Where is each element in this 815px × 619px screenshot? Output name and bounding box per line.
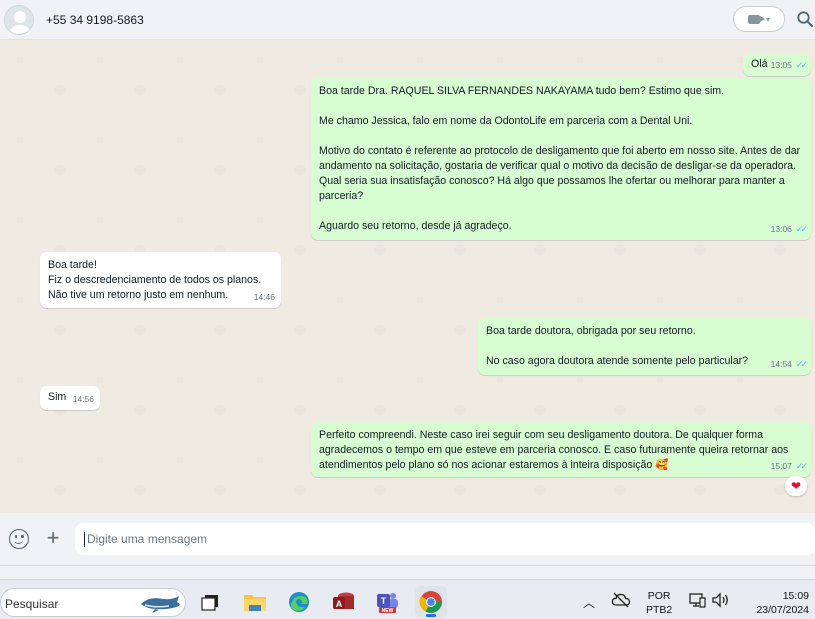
message-meta: 14:54 ✓✓	[770, 357, 808, 372]
cloud-sync-off-icon[interactable]	[611, 592, 631, 608]
message-time: 15:07	[770, 461, 792, 471]
message-time: 14:56	[72, 394, 94, 404]
keyboard-layout: PTB2	[646, 604, 673, 616]
language-indicator[interactable]: POR PTB2	[646, 589, 672, 617]
chat-header[interactable]: +55 34 9198-5863 ▾	[0, 0, 815, 40]
message-meta: 15:07 ✓✓	[770, 459, 808, 474]
plus-icon[interactable]: +	[44, 527, 62, 551]
chevron-up-icon[interactable]: ︿	[583, 594, 595, 611]
text-caret	[84, 532, 85, 547]
message-meta: 13:06 ✓✓	[770, 222, 808, 237]
network-icon[interactable]	[689, 592, 706, 608]
whale-icon	[141, 596, 180, 613]
double-check-icon: ✓✓	[795, 461, 808, 471]
contact-name[interactable]: +55 34 9198-5863	[46, 13, 144, 27]
message-time: 13:05	[770, 60, 792, 70]
video-call-button[interactable]: ▾	[733, 6, 785, 32]
language-code: POR	[647, 590, 671, 602]
double-check-icon: ✓✓	[795, 60, 808, 70]
double-check-icon: ✓✓	[795, 359, 808, 369]
message-input[interactable]	[75, 523, 815, 555]
message-text: Boa tarde Dra. RAQUEL SILVA FERNANDES NA…	[319, 85, 801, 232]
message-text: Sim	[48, 391, 67, 403]
edge-browser-icon[interactable]	[283, 586, 315, 618]
message-bubble-outgoing[interactable]: Boa tarde Dra. RAQUEL SILVA FERNANDES NA…	[311, 78, 811, 240]
svg-text:T: T	[381, 596, 387, 606]
file-explorer-icon[interactable]	[239, 586, 271, 618]
heart-reaction-icon[interactable]: ❤	[785, 476, 807, 496]
compose-bar: +	[0, 513, 815, 565]
volume-icon[interactable]	[711, 592, 731, 608]
emoji-icon[interactable]	[9, 529, 29, 549]
message-text: Boa tarde doutora, obrigada por seu reto…	[486, 325, 749, 367]
teams-app-icon[interactable]: T NEW	[371, 586, 403, 618]
message-text: Boa tarde! Fiz o descredenciamento de to…	[48, 259, 262, 301]
chevron-down-icon: ▾	[765, 14, 770, 24]
message-text: Perfeito compreendi. Neste caso irei seg…	[319, 429, 792, 471]
double-check-icon: ✓✓	[795, 224, 808, 234]
svg-text:NEW: NEW	[382, 608, 394, 614]
contact-avatar[interactable]	[4, 4, 34, 35]
task-view-icon[interactable]	[194, 586, 226, 618]
message-text: Olá	[751, 58, 768, 70]
window-bottom-edge	[0, 565, 815, 579]
message-bubble-incoming[interactable]: Sim 14:56	[40, 386, 100, 410]
access-app-icon[interactable]: A	[327, 586, 359, 618]
search-icon[interactable]	[796, 10, 814, 28]
message-bubble-outgoing[interactable]: Perfeito compreendi. Neste caso irei seg…	[311, 422, 811, 477]
windows-taskbar: Pesquisar A T NEW ︿ POR PTB2 15:09 23/07/…	[0, 579, 815, 619]
message-bubble-outgoing[interactable]: Boa tarde doutora, obrigada por seu reto…	[478, 318, 811, 375]
svg-text:A: A	[336, 599, 343, 609]
message-bubble-incoming[interactable]: Boa tarde! Fiz o descredenciamento de to…	[40, 252, 281, 308]
message-meta: 13:05 ✓✓	[770, 58, 808, 73]
clock-time: 15:09	[782, 590, 809, 602]
video-call-icon	[747, 14, 765, 24]
chrome-browser-icon[interactable]	[415, 586, 447, 618]
message-time: 13:06	[770, 224, 792, 234]
taskbar-search-box[interactable]: Pesquisar	[0, 588, 186, 617]
system-clock[interactable]: 15:09 23/07/2024	[745, 589, 809, 617]
clock-date: 23/07/2024	[756, 604, 809, 616]
taskbar-search-placeholder: Pesquisar	[5, 597, 59, 611]
message-time: 14:54	[770, 359, 792, 369]
message-meta: 14:56	[73, 392, 94, 407]
message-bubble-outgoing[interactable]: Olá 13:05 ✓✓	[743, 54, 811, 76]
message-time: 14:46	[253, 292, 275, 302]
message-meta: 14:46	[254, 290, 275, 305]
message-list[interactable]: Olá 13:05 ✓✓ Boa tarde Dra. RAQUEL SILVA…	[0, 40, 815, 513]
